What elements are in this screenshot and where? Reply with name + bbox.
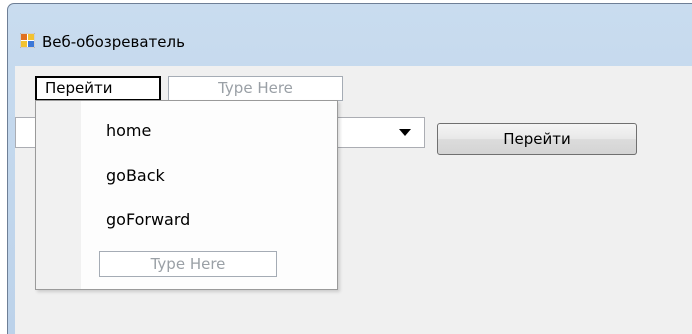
chevron-down-icon[interactable] — [399, 129, 411, 136]
menu-type-here-top[interactable]: Type Here — [168, 76, 343, 101]
menu-item-goforward[interactable]: goForward — [106, 210, 190, 230]
go-button[interactable]: Перейти — [437, 123, 637, 155]
menu-type-here-dropdown[interactable]: Type Here — [99, 251, 277, 277]
menu-navigate[interactable]: Перейти — [35, 76, 161, 101]
menu-item-goback[interactable]: goBack — [106, 166, 165, 186]
window-app-icon — [20, 33, 35, 48]
window-title: Веб-обозреватель — [42, 33, 185, 51]
dropdown-gutter — [36, 101, 81, 289]
title-bar[interactable] — [8, 4, 692, 36]
menu-item-home[interactable]: home — [106, 121, 151, 141]
